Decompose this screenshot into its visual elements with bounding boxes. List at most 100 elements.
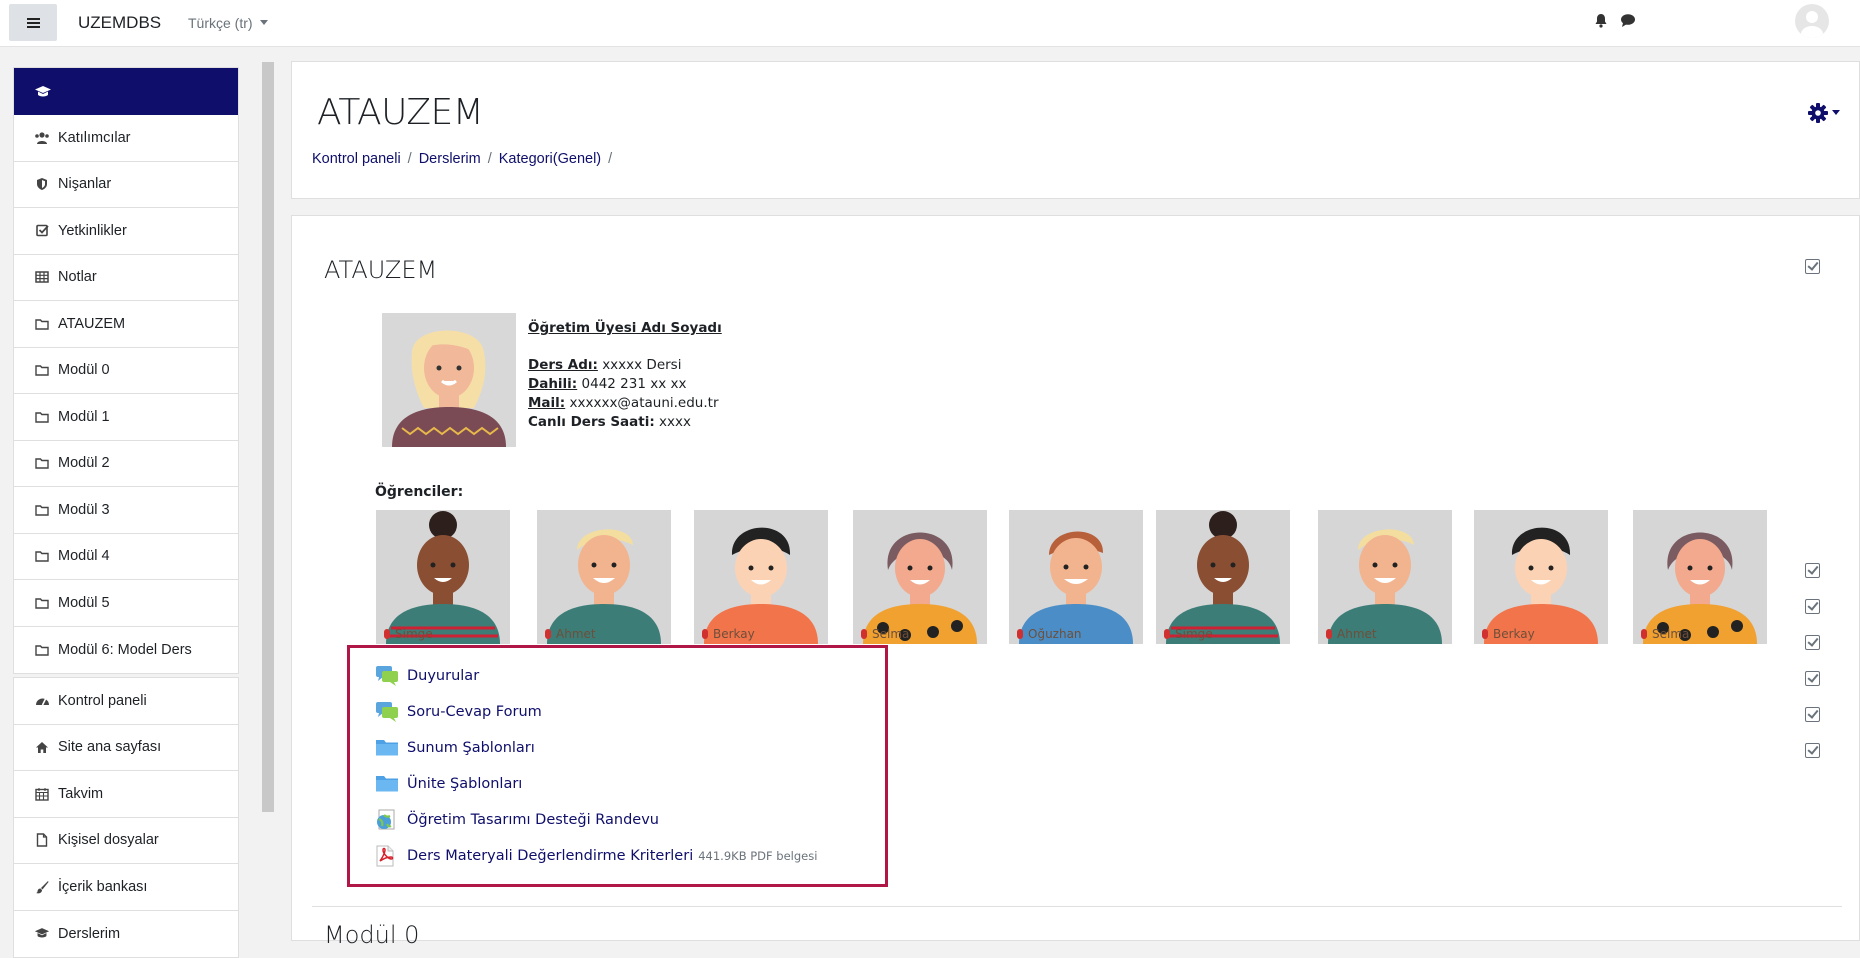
sidebar-item-katilimcilar[interactable]: Katılımcılar bbox=[14, 115, 238, 162]
chat-icon[interactable] bbox=[1620, 13, 1636, 28]
sidebar-item-label: Kontrol paneli bbox=[58, 692, 147, 709]
users-icon bbox=[35, 132, 49, 144]
graduation-cap-icon bbox=[34, 928, 50, 938]
student-card[interactable]: Ahmet bbox=[1318, 510, 1452, 644]
table-icon bbox=[35, 271, 49, 283]
sidebar-item-modul-6[interactable]: Modül 6: Model Ders bbox=[14, 627, 238, 674]
breadcrumb-item[interactable]: Kontrol paneli bbox=[312, 151, 401, 167]
menu-toggle-button[interactable] bbox=[9, 4, 57, 41]
sidebar-item-ataauzem[interactable]: ATAUZEM bbox=[14, 301, 238, 348]
completion-checkbox[interactable] bbox=[1805, 599, 1820, 614]
teacher-photo bbox=[382, 313, 516, 447]
live-class-label: Canlı Ders Saati: bbox=[528, 414, 655, 430]
student-card[interactable]: Ahmet bbox=[537, 510, 671, 644]
sidebar-item-nisanlar[interactable]: Nişanlar bbox=[14, 162, 238, 208]
student-card[interactable]: Berkay bbox=[694, 510, 828, 644]
sidebar-item-modul-4[interactable]: Modül 4 bbox=[14, 534, 238, 580]
completion-checkbox[interactable] bbox=[1805, 743, 1820, 758]
sidebar-item-label: Modül 2 bbox=[58, 455, 110, 472]
breadcrumb-item[interactable]: Kategori(Genel) bbox=[499, 151, 601, 167]
page-header: ATAUZEM Kontrol paneli / Derslerim / Kategor… bbox=[291, 61, 1860, 199]
sidebar-item-label: Modül 5 bbox=[58, 594, 110, 611]
student-name: Selma bbox=[1641, 627, 1689, 641]
student-name: Simge bbox=[384, 627, 433, 641]
student-card[interactable]: Oğuzhan bbox=[1009, 510, 1143, 644]
sidebar-item-kontrol-paneli[interactable]: Kontrol paneli bbox=[14, 678, 238, 725]
sidebar-item-icerik-bankasi[interactable]: İçerik bankası bbox=[14, 864, 238, 911]
course-nav: Katılımcılar Nişanlar Yetkinlikler Notla… bbox=[13, 67, 239, 674]
extension-value: 0442 231 xx xx bbox=[577, 376, 687, 392]
course-nav-header[interactable] bbox=[14, 68, 238, 115]
file-meta: 441.9KB PDF belgesi bbox=[698, 849, 818, 863]
activity-unite-sablonlari[interactable]: Ünite Şablonları bbox=[375, 772, 522, 796]
forum-icon bbox=[376, 702, 398, 722]
folder-icon bbox=[35, 505, 49, 516]
next-section-title: Modül 0 bbox=[324, 921, 420, 949]
sidebar-item-takvim[interactable]: Takvim bbox=[14, 771, 238, 818]
sidebar-item-notlar[interactable]: Notlar bbox=[14, 255, 238, 301]
sidebar-item-label: Modül 4 bbox=[58, 548, 110, 565]
course-content: ATAUZEM Öğretim Üyesi Adı Soyadı Ders Ad… bbox=[291, 215, 1860, 949]
completion-checkbox[interactable] bbox=[1805, 563, 1820, 578]
student-name: Selma bbox=[861, 627, 909, 641]
student-name: Oğuzhan bbox=[1017, 627, 1082, 641]
completion-checkbox[interactable] bbox=[1805, 707, 1820, 722]
completion-checkbox[interactable] bbox=[1805, 635, 1820, 650]
folder-icon bbox=[35, 551, 49, 562]
sidebar-item-label: Notlar bbox=[58, 269, 97, 286]
gear-icon bbox=[1808, 103, 1828, 123]
folder-icon bbox=[376, 776, 398, 792]
bell-icon[interactable] bbox=[1594, 13, 1608, 29]
check-square-icon bbox=[35, 224, 49, 237]
sidebar-item-modul-5[interactable]: Modül 5 bbox=[14, 580, 238, 627]
settings-menu[interactable] bbox=[1807, 102, 1840, 124]
completion-checkbox[interactable] bbox=[1805, 259, 1820, 274]
paintbrush-icon bbox=[36, 880, 49, 894]
site-brand[interactable]: UZEMDBS bbox=[78, 13, 161, 33]
student-card[interactable]: Berkay bbox=[1474, 510, 1608, 644]
file-icon bbox=[36, 833, 48, 847]
sidebar-item-modul-1[interactable]: Modül 1 bbox=[14, 394, 238, 441]
breadcrumb-item[interactable]: Derslerim bbox=[419, 151, 481, 167]
user-avatar[interactable] bbox=[1795, 4, 1829, 38]
language-menu[interactable]: Türkçe (tr) bbox=[188, 15, 268, 31]
mail-value: xxxxxx@atauni.edu.tr bbox=[565, 395, 719, 411]
sidebar-item-label: İçerik bankası bbox=[58, 878, 148, 895]
sidebar-item-yetkinlikler[interactable]: Yetkinlikler bbox=[14, 208, 238, 255]
folder-icon bbox=[35, 319, 49, 330]
sidebar-item-kisisel-dosyalar[interactable]: Kişisel dosyalar bbox=[14, 818, 238, 864]
student-card[interactable]: Selma bbox=[1633, 510, 1767, 644]
course-name-value: xxxxx Dersi bbox=[597, 357, 682, 373]
student-card[interactable]: Simge bbox=[376, 510, 510, 644]
sidebar-item-site-ana-sayfasi[interactable]: Site ana sayfası bbox=[14, 725, 238, 771]
student-name: Berkay bbox=[1482, 627, 1535, 641]
section-divider bbox=[312, 906, 1842, 907]
menu-icon bbox=[26, 21, 40, 24]
graduation-cap-icon bbox=[35, 85, 51, 96]
student-card[interactable]: Selma bbox=[853, 510, 987, 644]
folder-icon bbox=[376, 740, 398, 756]
sidebar-item-label: Modül 1 bbox=[58, 408, 110, 425]
sidebar-item-modul-3[interactable]: Modül 3 bbox=[14, 487, 238, 534]
page-title: ATAUZEM bbox=[317, 92, 484, 133]
sidebar-item-modul-0[interactable]: Modül 0 bbox=[14, 348, 238, 394]
activity-soru-cevap-forum[interactable]: Soru-Cevap Forum bbox=[375, 700, 542, 724]
activity-ders-materyali[interactable]: Ders Materyali Değerlendirme Kriterleri … bbox=[375, 844, 817, 868]
student-name: Simge bbox=[1164, 627, 1213, 641]
sidebar-item-modul-2[interactable]: Modül 2 bbox=[14, 441, 238, 487]
breadcrumb: Kontrol paneli / Derslerim / Kategori(Genel)… bbox=[312, 151, 613, 167]
activity-duyurular[interactable]: Duyurular bbox=[375, 664, 479, 688]
activity-randevu[interactable]: Öğretim Tasarımı Desteği Randevu bbox=[375, 808, 659, 832]
mail-label: Mail: bbox=[528, 395, 566, 411]
folder-icon bbox=[35, 645, 49, 656]
student-card[interactable]: Simge bbox=[1156, 510, 1290, 644]
sidebar-scrollbar[interactable] bbox=[262, 62, 274, 812]
activity-sunum-sablonlari[interactable]: Sunum Şablonları bbox=[375, 736, 535, 760]
completion-checkbox[interactable] bbox=[1805, 671, 1820, 686]
shield-icon bbox=[37, 178, 47, 191]
student-name: Ahmet bbox=[1326, 627, 1377, 641]
extension-label: Dahili: bbox=[528, 376, 578, 392]
nav-drawer: Katılımcılar Nişanlar Yetkinlikler Notla… bbox=[0, 48, 275, 958]
sidebar-item-derslerim[interactable]: Derslerim bbox=[14, 911, 238, 958]
top-navbar: UZEMDBS Türkçe (tr) bbox=[0, 0, 1860, 47]
